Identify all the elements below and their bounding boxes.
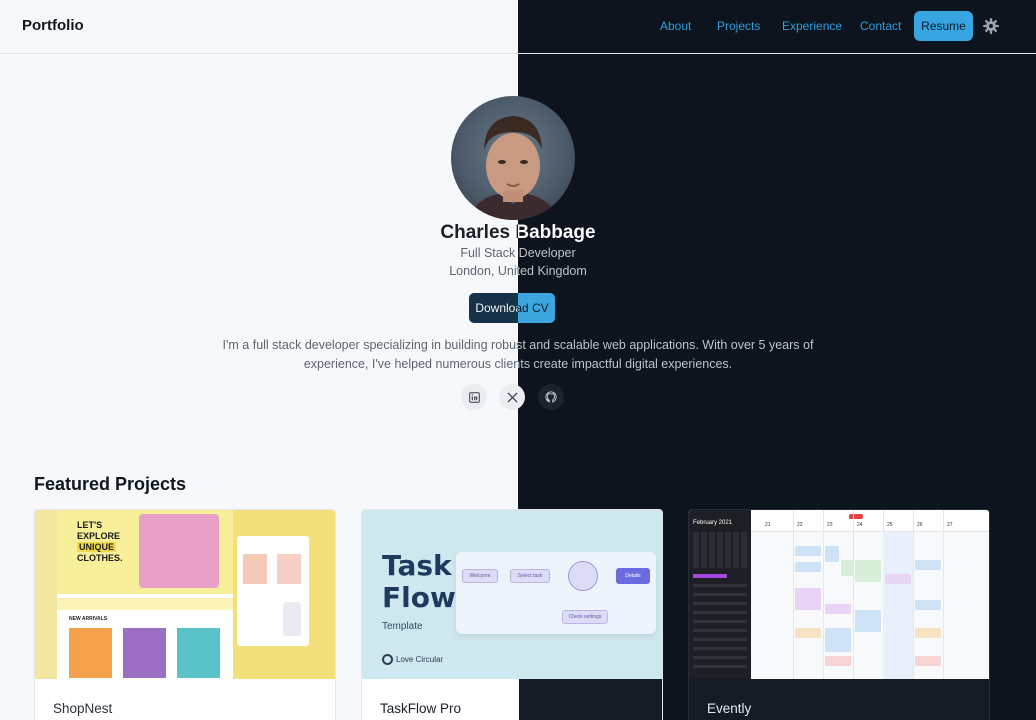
project-thumbnail: LET'S EXPLORE UNIQUE CLOTHES. NEW ARRIVA… bbox=[35, 510, 335, 679]
profile-bio: I'm a full stack developer specializing … bbox=[200, 336, 836, 374]
project-card-taskflow[interactable]: Task Flow Template Love Circular Welcome… bbox=[361, 509, 663, 720]
resume-button[interactable]: Resume bbox=[914, 11, 973, 41]
project-card-evently[interactable]: February 2021 21 22 23 24 25 26 27 Event… bbox=[688, 509, 990, 720]
flow-step: Details bbox=[616, 568, 650, 584]
nav-contact[interactable]: Contact bbox=[860, 19, 901, 33]
nav-projects[interactable]: Projects bbox=[717, 19, 760, 33]
top-nav: Portfolio About Projects Experience Cont… bbox=[0, 0, 1036, 54]
thumb-day: 22 bbox=[797, 522, 803, 528]
linkedin-icon[interactable] bbox=[461, 384, 487, 410]
project-card-shopnest[interactable]: LET'S EXPLORE UNIQUE CLOTHES. NEW ARRIVA… bbox=[34, 509, 336, 720]
x-icon[interactable] bbox=[499, 384, 525, 410]
thumb-headline: UNIQUE bbox=[77, 542, 117, 552]
project-title[interactable]: ShopNest bbox=[53, 701, 112, 716]
project-thumbnail: February 2021 21 22 23 24 25 26 27 bbox=[689, 510, 989, 679]
download-cv-button[interactable]: Download CV bbox=[469, 293, 555, 323]
flow-step: Select task bbox=[510, 569, 550, 583]
thumb-day: 21 bbox=[765, 522, 771, 528]
thumb-headline: CLOTHES. bbox=[77, 553, 123, 563]
thumb-day: 25 bbox=[887, 522, 893, 528]
featured-projects-heading: Featured Projects bbox=[34, 474, 187, 494]
thumb-section-label: NEW ARRIVALS bbox=[69, 616, 108, 622]
profile-role: Full Stack Developer bbox=[0, 246, 1036, 260]
nav-about[interactable]: About bbox=[660, 19, 691, 33]
thumb-day: 26 bbox=[917, 522, 923, 528]
gear-icon[interactable] bbox=[981, 16, 1001, 36]
thumb-day: 24 bbox=[857, 522, 863, 528]
thumb-subtitle: Template bbox=[382, 621, 423, 632]
profile-location: London, United Kingdom bbox=[0, 264, 1036, 278]
thumb-month: February 2021 bbox=[693, 520, 733, 526]
thumb-headline: Task bbox=[382, 549, 452, 582]
thumb-day: 23 bbox=[827, 522, 833, 528]
project-title[interactable]: TaskFlow Pro bbox=[380, 701, 461, 716]
download-cv-label: Download CV bbox=[475, 301, 549, 315]
thumb-headline: EXPLORE bbox=[77, 531, 121, 541]
flow-step: Check settings bbox=[562, 610, 608, 624]
thumb-headline: Flow bbox=[382, 581, 456, 614]
thumb-brand: Love Circular bbox=[396, 655, 444, 664]
project-title[interactable]: Evently bbox=[707, 701, 751, 716]
project-thumbnail: Task Flow Template Love Circular Welcome… bbox=[362, 510, 662, 679]
thumb-day: 27 bbox=[947, 522, 953, 528]
github-icon[interactable] bbox=[538, 384, 564, 410]
brand-logo[interactable]: Portfolio bbox=[22, 17, 84, 34]
thumb-headline: LET'S bbox=[77, 520, 103, 530]
profile-name: Charles Babbage bbox=[0, 222, 1036, 244]
flow-step: Welcome bbox=[462, 569, 498, 583]
profile-avatar bbox=[451, 96, 575, 220]
nav-experience[interactable]: Experience bbox=[782, 19, 842, 33]
